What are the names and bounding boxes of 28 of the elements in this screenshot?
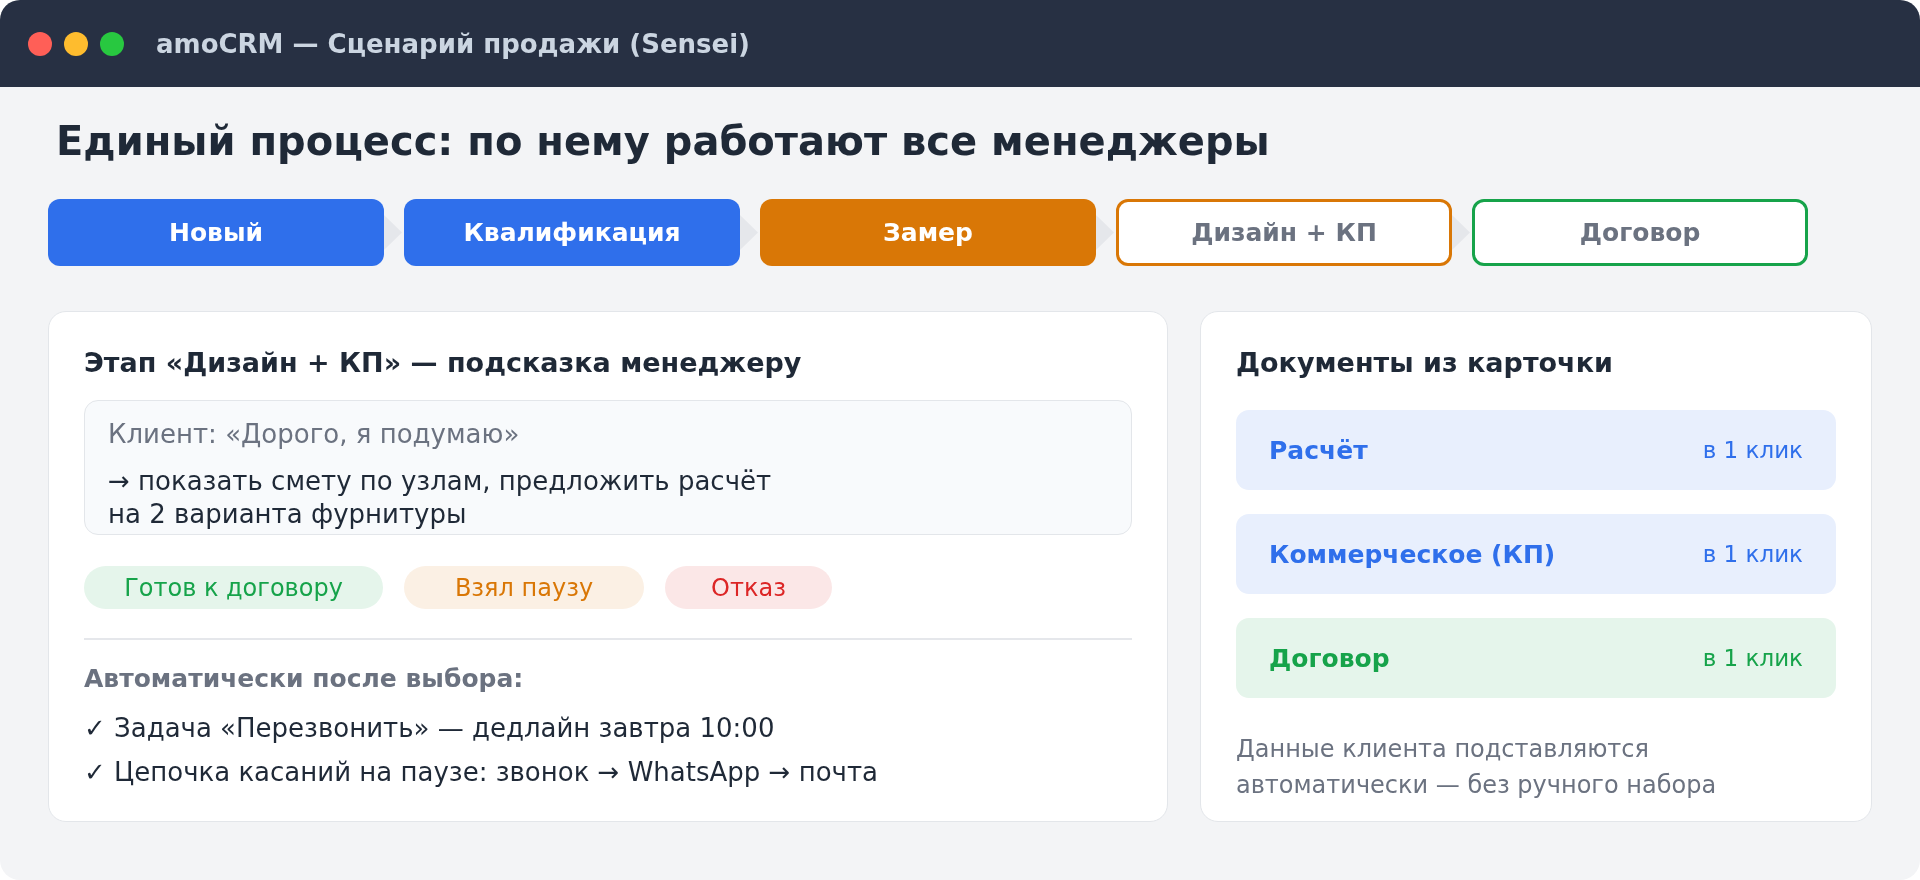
footnote-text: Данные клиента подставляются автоматически — без ручного набора — [1236, 734, 1718, 801]
outcome-button[interactable]: Отказ — [665, 566, 832, 609]
client-quote: Клиент: «Дорого, я подумаю» — [108, 418, 521, 450]
maximize-button[interactable] — [100, 31, 124, 56]
pipeline-stage[interactable]: Дизайн + КП — [1116, 199, 1452, 266]
pipeline-stage[interactable]: Договор — [1472, 199, 1808, 266]
card-title: Документы из карточки — [1236, 347, 1613, 379]
chevron-icon — [1452, 215, 1470, 250]
automation-item: ✓ Задача «Перезвонить» — дедлайн завтра 10:00 — [84, 712, 775, 745]
automation-item: ✓ Цепочка касаний на паузе: звонок → WhatsApp → почта — [84, 756, 878, 789]
document-button[interactable]: Договор в 1 клик — [1236, 618, 1836, 698]
chevron-icon — [1096, 215, 1114, 250]
document-button[interactable]: Расчёт в 1 клик — [1236, 410, 1836, 490]
document-button[interactable]: Коммерческое (КП) в 1 клик — [1236, 514, 1836, 594]
chevron-icon — [384, 215, 402, 250]
window-title: amoCRM — Сценарий продажи (Sensei) — [156, 28, 750, 59]
pipeline-stage[interactable]: Квалификация — [404, 199, 740, 266]
minimize-button[interactable] — [64, 31, 88, 56]
close-button[interactable] — [28, 31, 52, 56]
pipeline-stage[interactable]: Замер — [760, 199, 1096, 266]
section-label: Автоматически после выбора: — [84, 664, 524, 694]
advice-text: → показать смету по узлам, предложить расчёт на 2 варианта фурнитуры — [108, 465, 773, 530]
outcome-button[interactable]: Взял паузу — [404, 566, 644, 609]
page-heading: Единый процесс: по нему работают все менеджеры — [56, 118, 1270, 165]
pipeline-stage[interactable]: Новый — [48, 199, 384, 266]
outcome-button[interactable]: Готов к договору — [84, 566, 383, 609]
card-title: Этап «Дизайн + КП» — подсказка менеджеру — [84, 347, 802, 379]
chevron-icon — [740, 215, 758, 250]
